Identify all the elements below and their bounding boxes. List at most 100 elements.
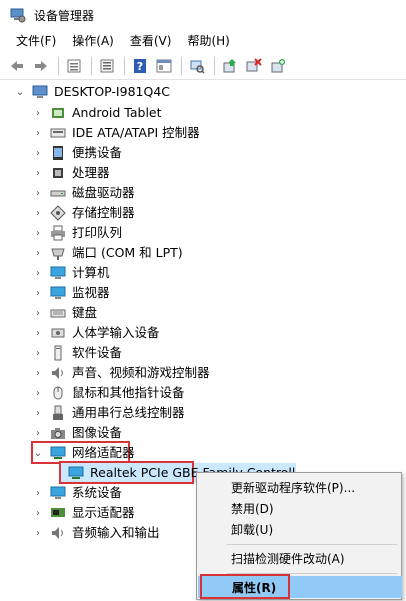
tree-item-sound[interactable]: › 声音、视频和游戏控制器 (32, 363, 210, 383)
chevron-right-icon[interactable]: › (32, 103, 44, 123)
chevron-right-icon[interactable]: › (32, 503, 44, 523)
chevron-right-icon[interactable]: › (32, 143, 44, 163)
mouse-icon (50, 385, 66, 401)
tree-item-label: 鼠标和其他指针设备 (72, 385, 185, 400)
tree-item-label: 便携设备 (72, 145, 123, 160)
chevron-right-icon[interactable]: › (32, 483, 44, 503)
chevron-right-icon[interactable]: › (32, 423, 44, 443)
tree-item-ports[interactable]: › 端口 (COM 和 LPT) (32, 243, 183, 263)
chevron-down-icon[interactable]: ⌄ (32, 443, 44, 463)
chevron-right-icon[interactable]: › (32, 363, 44, 383)
list-icon[interactable] (96, 55, 118, 77)
tree-item-system[interactable]: › 系统设备 (32, 483, 122, 503)
window-title: 设备管理器 (34, 8, 95, 23)
tree-item-keyboard[interactable]: › 键盘 (32, 303, 97, 323)
chevron-right-icon[interactable]: › (32, 263, 44, 283)
tree-item-storage[interactable]: › 存储控制器 (32, 203, 135, 223)
back-arrow-icon[interactable] (6, 55, 28, 77)
help-icon[interactable]: ? (129, 55, 151, 77)
tree-item-hid[interactable]: › 人体学输入设备 (32, 323, 160, 343)
properties-highlight (200, 574, 290, 599)
svg-text:?: ? (137, 60, 143, 73)
tree-item-label: 音频输入和输出 (72, 525, 160, 540)
tree-item-portable[interactable]: › 便携设备 (32, 143, 122, 163)
tree-item-label: 处理器 (72, 165, 110, 180)
menu-view[interactable]: 查看(V) (122, 31, 180, 51)
toolbar-separator (181, 56, 182, 75)
menu-action[interactable]: 操作(A) (64, 31, 122, 51)
update-driver-menu-item[interactable]: 更新驱动程序软件(P)... (197, 476, 401, 498)
system-device-icon (50, 485, 66, 501)
toolbar: ? (0, 52, 406, 80)
toolbar-separator (214, 56, 215, 75)
tree-item-display[interactable]: › 显示适配器 (32, 503, 135, 523)
tree-item-computer[interactable]: › 计算机 (32, 263, 110, 283)
tree-item-usb[interactable]: › 通用串行总线控制器 (32, 403, 185, 423)
tree-item-label: 打印队列 (72, 225, 123, 240)
tree-item-processor[interactable]: › 处理器 (32, 163, 110, 183)
tree-item-label: 声音、视频和游戏控制器 (72, 365, 210, 380)
tree-item-label: 软件设备 (72, 345, 123, 360)
forward-arrow-icon[interactable] (30, 55, 52, 77)
device-manager-icon (10, 7, 26, 23)
tree-root[interactable]: ⌄ DESKTOP-I981Q4C (14, 82, 170, 102)
tree-item-label: 键盘 (72, 305, 98, 320)
tree-item-label: 图像设备 (72, 425, 123, 440)
chevron-right-icon[interactable]: › (32, 183, 44, 203)
disable-menu-item[interactable]: 禁用(D) (197, 497, 401, 519)
computer-icon (50, 265, 66, 281)
properties-grid-icon[interactable] (63, 55, 85, 77)
menu-bar: 文件(F) 操作(A) 查看(V) 帮助(H) (0, 30, 406, 52)
scan-icon[interactable] (186, 55, 208, 77)
tree-item-android-tablet[interactable]: › Android Tablet (32, 103, 162, 123)
tree-root-label: DESKTOP-I981Q4C (54, 84, 170, 99)
chevron-right-icon[interactable]: › (32, 343, 44, 363)
tree-item-ide[interactable]: › IDE ATA/ATAPI 控制器 (32, 123, 200, 143)
chevron-right-icon[interactable]: › (32, 323, 44, 343)
printer-icon (50, 225, 66, 241)
chevron-right-icon[interactable]: › (32, 203, 44, 223)
uninstall-menu-item[interactable]: 卸载(U) (197, 518, 401, 540)
chevron-right-icon[interactable]: › (32, 283, 44, 303)
tree-item-label: 网络适配器 (72, 445, 135, 460)
storage-controller-icon (50, 205, 66, 221)
tree-item-label: 计算机 (72, 265, 110, 280)
camera-icon (50, 425, 66, 441)
tree-item-audio-io[interactable]: › 音频输入和输出 (32, 523, 160, 543)
chevron-right-icon[interactable]: › (32, 523, 44, 543)
processor-icon (50, 165, 66, 181)
update-driver-icon[interactable] (219, 55, 241, 77)
sound-icon (50, 365, 66, 381)
uninstall-icon[interactable] (243, 55, 265, 77)
tree-item-imaging[interactable]: › 图像设备 (32, 423, 122, 443)
tree-item-network-adapters[interactable]: ⌄ 网络适配器 (32, 443, 135, 463)
computer-root-icon (32, 84, 48, 100)
chevron-right-icon[interactable]: › (32, 303, 44, 323)
chevron-right-icon[interactable]: › (32, 243, 44, 263)
tree-item-print-queue[interactable]: › 打印队列 (32, 223, 122, 243)
tree-item-label: 监视器 (72, 285, 110, 300)
tree-item-disk[interactable]: › 磁盘驱动器 (32, 183, 135, 203)
menu-file[interactable]: 文件(F) (8, 31, 64, 51)
tree-item-monitor[interactable]: › 监视器 (32, 283, 110, 303)
tree-item-label: 人体学输入设备 (72, 325, 160, 340)
toolbar-separator (91, 56, 92, 75)
tree-item-label: IDE ATA/ATAPI 控制器 (72, 125, 200, 140)
toolbar-separator (124, 56, 125, 75)
chevron-right-icon[interactable]: › (32, 163, 44, 183)
chevron-right-icon[interactable]: › (32, 123, 44, 143)
title-bar: 设备管理器 (0, 0, 406, 30)
tree-item-mouse[interactable]: › 鼠标和其他指针设备 (32, 383, 185, 403)
chevron-right-icon[interactable]: › (32, 403, 44, 423)
menu-help[interactable]: 帮助(H) (179, 31, 237, 51)
chevron-down-icon[interactable]: ⌄ (14, 82, 26, 102)
chevron-right-icon[interactable]: › (32, 223, 44, 243)
toolbar-separator (58, 56, 59, 75)
keyboard-icon (50, 305, 66, 321)
chevron-right-icon[interactable]: › (32, 383, 44, 403)
scan-hardware-menu-item[interactable]: 扫描检测硬件改动(A) (197, 547, 401, 569)
tree-item-software[interactable]: › 软件设备 (32, 343, 122, 363)
add-hardware-icon[interactable] (267, 55, 289, 77)
view-icon[interactable] (153, 55, 175, 77)
usb-icon (50, 405, 66, 421)
